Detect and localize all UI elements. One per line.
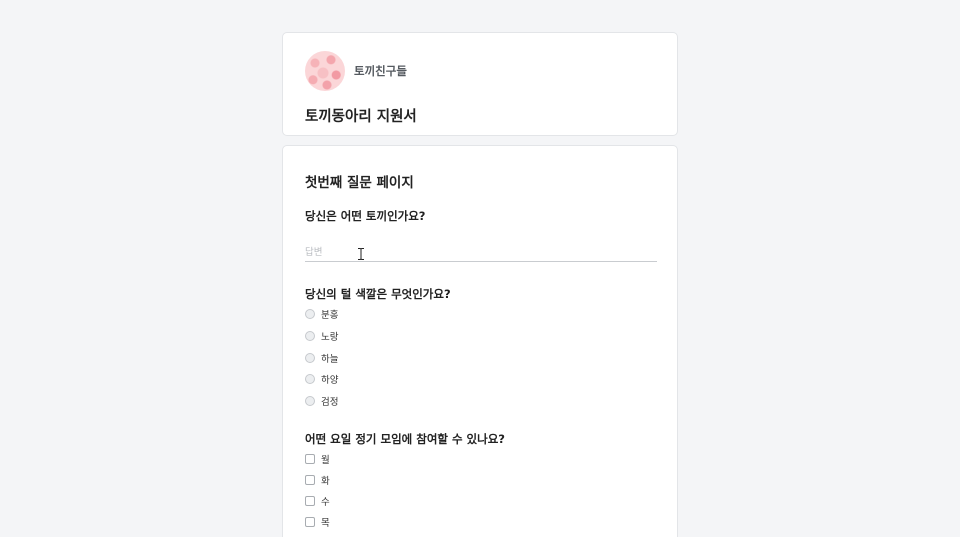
option-label: 검정 [321,397,339,408]
radio-button[interactable] [305,396,315,406]
org-info: 토끼친구들 [305,51,407,91]
section-title: 첫번째 질문 페이지 [305,175,414,191]
checkbox-option[interactable]: 화 [305,473,330,487]
checkbox-option[interactable]: 월 [305,452,330,466]
radio-option[interactable]: 하양 [305,372,338,386]
option-label: 화 [321,476,330,487]
option-label: 하양 [321,375,339,386]
radio-option[interactable]: 노랑 [305,329,338,343]
org-name: 토끼친구들 [354,64,407,78]
radio-option[interactable]: 하늘 [305,351,338,365]
form-title: 토끼동아리 지원서 [305,109,417,125]
question-1-label: 당신은 어떤 토끼인가요? [305,209,426,223]
radio-option[interactable]: 검정 [305,394,338,408]
radio-button[interactable] [305,331,315,341]
radio-option[interactable]: 분홍 [305,307,338,321]
radio-button[interactable] [305,309,315,319]
option-label: 노랑 [321,332,339,343]
radio-button[interactable] [305,374,315,384]
option-label: 월 [321,455,330,466]
question-2-label: 당신의 털 색깔은 무엇인가요? [305,287,451,301]
form-header-card: 토끼친구들 토끼동아리 지원서 [282,32,678,136]
question-page-card: 첫번째 질문 페이지 당신은 어떤 토끼인가요? 당신의 털 색깔은 무엇인가요… [282,145,678,537]
checkbox[interactable] [305,517,315,527]
option-label: 하늘 [321,354,339,365]
checkbox[interactable] [305,496,315,506]
checkbox[interactable] [305,454,315,464]
checkbox[interactable] [305,475,315,485]
text-cursor-icon [358,248,364,260]
option-label: 분홍 [321,310,339,321]
form-page: 토끼친구들 토끼동아리 지원서 첫번째 질문 페이지 당신은 어떤 토끼인가요?… [0,0,960,537]
avatar [305,51,345,91]
option-label: 목 [321,518,330,529]
option-label: 수 [321,497,330,508]
checkbox-option[interactable]: 수 [305,494,330,508]
radio-button[interactable] [305,353,315,363]
checkbox-option[interactable]: 목 [305,515,330,529]
question-3-label: 어떤 요일 정기 모임에 참여할 수 있나요? [305,432,505,446]
